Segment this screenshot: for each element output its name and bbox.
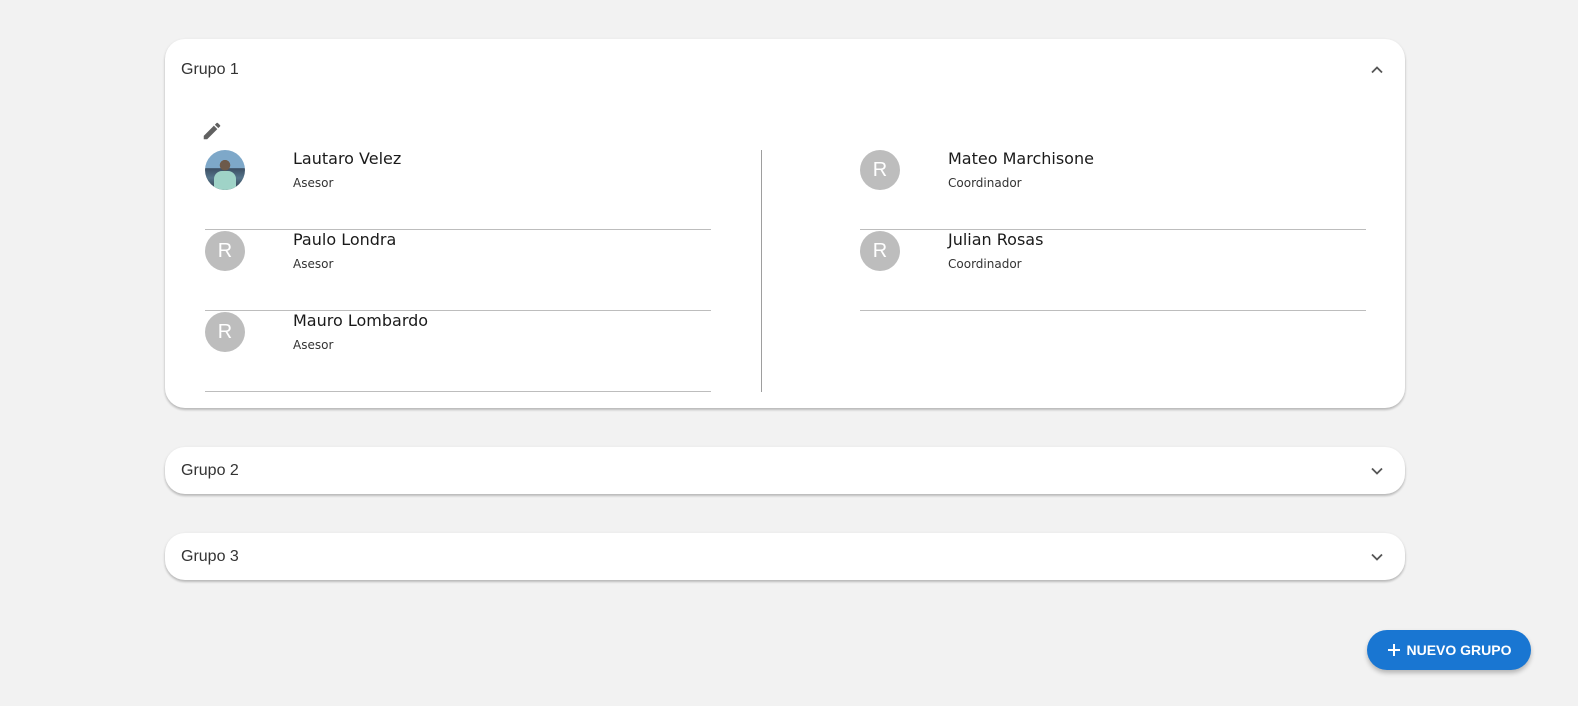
group-title: Grupo 3 [181, 548, 239, 565]
new-group-label: NUEVO GRUPO [1406, 642, 1512, 658]
avatar: R [205, 312, 245, 352]
group-title: Grupo 1 [181, 61, 239, 78]
avatar: R [205, 231, 245, 271]
member-name: Mateo Marchisone [948, 149, 1094, 168]
avatar: R [860, 150, 900, 190]
member-role: Asesor [293, 176, 334, 190]
group-header-3[interactable]: Grupo 3 [165, 533, 1405, 581]
member-item[interactable]: R Mauro Lombardo Asesor [205, 311, 711, 392]
chevron-down-icon[interactable] [1365, 459, 1389, 483]
member-name: Mauro Lombardo [293, 311, 429, 330]
members-column-right: R Mateo Marchisone Coordinador R Julian … [860, 149, 1366, 311]
avatar [205, 150, 245, 190]
group-panel-3: Grupo 3 [165, 533, 1405, 580]
new-group-button[interactable]: NUEVO GRUPO [1367, 630, 1531, 670]
member-role: Asesor [293, 257, 334, 271]
group-title: Grupo 2 [181, 462, 239, 479]
member-item[interactable]: R Paulo Londra Asesor [205, 230, 711, 311]
members-column-left: Lautaro Velez Asesor R Paulo Londra Ases… [205, 149, 711, 392]
member-item[interactable]: R Mateo Marchisone Coordinador [860, 149, 1366, 230]
pencil-icon[interactable] [201, 120, 223, 142]
chevron-down-icon[interactable] [1365, 545, 1389, 569]
member-name: Paulo Londra [293, 230, 397, 249]
column-divider [761, 150, 762, 392]
group-panel-2: Grupo 2 [165, 447, 1405, 494]
group-header-1[interactable]: Grupo 1 [165, 46, 1405, 94]
avatar: R [860, 231, 900, 271]
member-item[interactable]: Lautaro Velez Asesor [205, 149, 711, 230]
member-name: Julian Rosas [948, 230, 1044, 249]
member-role: Asesor [293, 338, 334, 352]
member-role: Coordinador [948, 176, 1022, 190]
group-header-2[interactable]: Grupo 2 [165, 447, 1405, 495]
group-panel-1: Grupo 1 Lautaro Velez Asesor R Paulo Lon… [165, 39, 1405, 408]
member-role: Coordinador [948, 257, 1022, 271]
member-item[interactable]: R Julian Rosas Coordinador [860, 230, 1366, 311]
plus-icon [1388, 644, 1401, 656]
chevron-up-icon[interactable] [1365, 58, 1389, 82]
member-name: Lautaro Velez [293, 149, 402, 168]
